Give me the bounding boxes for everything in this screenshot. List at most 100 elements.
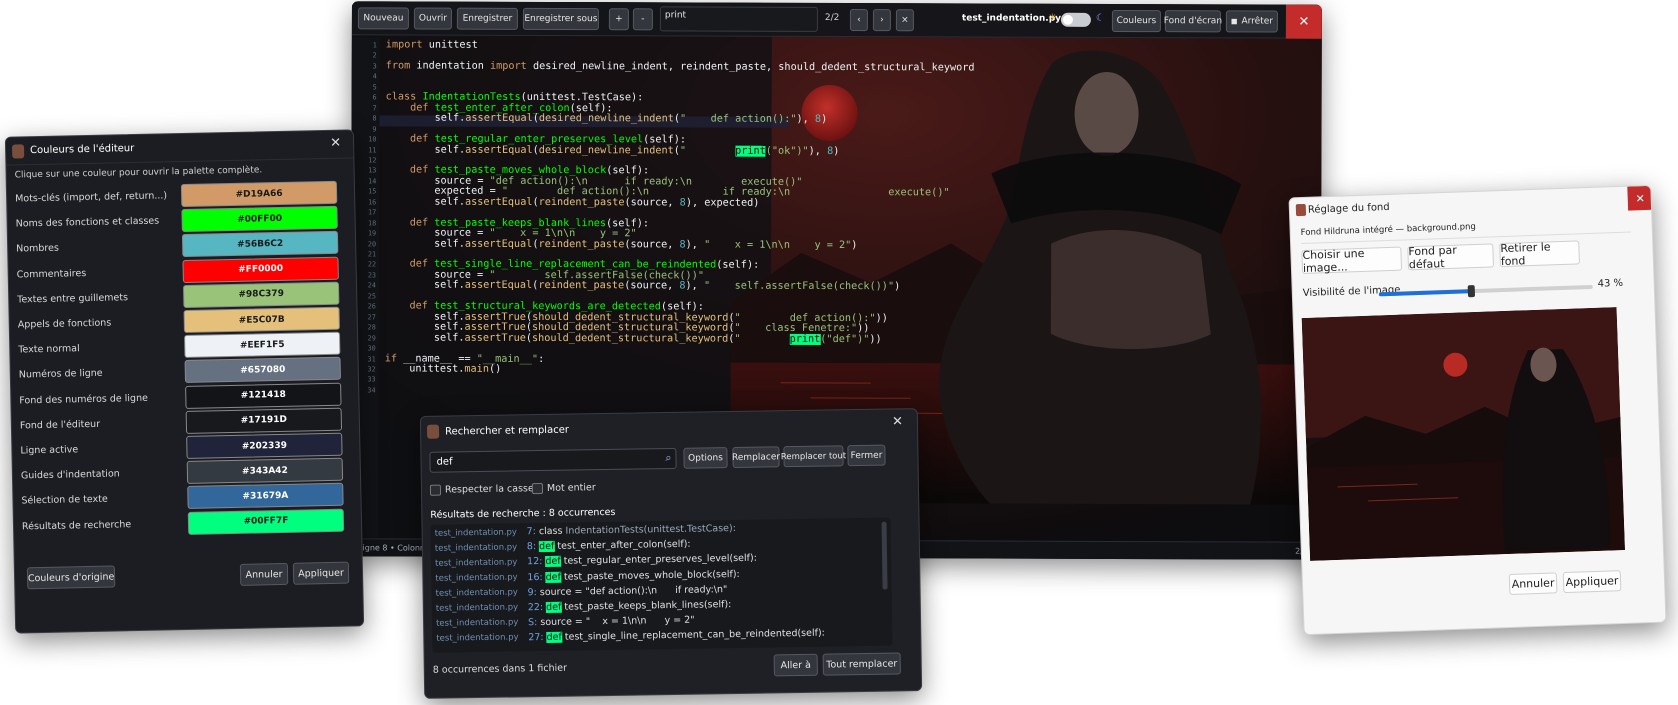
- color-row-label: Guides d'indentation: [20, 468, 120, 482]
- result-item[interactable]: 9: source = "def action():\n if ready:\n…: [528, 584, 728, 598]
- save-button[interactable]: Enregistrer: [456, 7, 518, 30]
- result-file-item[interactable]: test_indentation.py: [436, 602, 518, 613]
- color-swatch-button[interactable]: #00FF00: [181, 205, 338, 233]
- stop-button[interactable]: ■ Arrêter: [1225, 10, 1278, 33]
- visibility-slider[interactable]: [1378, 284, 1593, 298]
- code-line[interactable]: 24 self.assertEqual(reindent_paste(sourc…: [351, 280, 900, 293]
- previous-match-button[interactable]: ‹: [849, 9, 868, 32]
- background-button[interactable]: Fond d'écran: [1164, 10, 1222, 33]
- toolbar: Nouveau Ouvrir Enregistrer Enregistrer s…: [351, 1, 1322, 39]
- result-file-item[interactable]: test_indentation.py: [435, 572, 517, 583]
- color-swatch-button[interactable]: #00FF7F: [187, 508, 345, 535]
- save-as-button[interactable]: Enregistrer sous: [522, 7, 599, 31]
- result-item[interactable]: 7: class IndentationTests(unittest.TestC…: [527, 523, 736, 537]
- color-swatch-button[interactable]: #FF0000: [182, 256, 339, 283]
- replace-all-button[interactable]: Remplacer tout: [781, 445, 846, 468]
- app-icon: [426, 424, 440, 439]
- color-swatch-button[interactable]: #98C379: [182, 281, 340, 308]
- color-swatch-button[interactable]: #31679A: [187, 483, 344, 510]
- result-file-item[interactable]: test_indentation.py: [436, 632, 518, 643]
- color-swatch-button[interactable]: #D19A66: [180, 180, 338, 208]
- new-button[interactable]: Nouveau: [357, 7, 409, 30]
- result-item[interactable]: 16: def test_paste_moves_whole_block(sel…: [527, 569, 740, 583]
- options-button[interactable]: Options: [683, 447, 728, 469]
- apply-button[interactable]: Appliquer: [1562, 570, 1622, 594]
- result-item[interactable]: S: source = " x = 1\n\n y = 2": [528, 615, 695, 629]
- zoom-in-button[interactable]: +: [608, 8, 629, 31]
- result-item[interactable]: 12: def test_regular_enter_preserves_lev…: [527, 553, 757, 568]
- results-scrollbar[interactable]: [881, 521, 888, 590]
- next-match-button[interactable]: ›: [872, 9, 891, 32]
- color-swatch-button[interactable]: #343A42: [186, 457, 344, 485]
- close-icon[interactable]: ✕: [1627, 185, 1654, 211]
- apply-button[interactable]: Appliquer: [292, 561, 350, 585]
- colors-title: Couleurs de l'éditeur: [30, 143, 135, 157]
- whole-word-checkbox[interactable]: [531, 483, 544, 495]
- result-item[interactable]: 22: def test_paste_keeps_blank_lines(sel…: [528, 599, 732, 613]
- color-swatch-button[interactable]: #EEF1F5: [184, 331, 341, 359]
- reset-colors-button[interactable]: Couleurs d'origine: [26, 565, 116, 590]
- result-file-item[interactable]: test_indentation.py: [436, 617, 518, 628]
- remove-background-button[interactable]: Retirer le fond: [1499, 240, 1580, 268]
- results-file-list: test_indentation.py test_indentation.py te…: [431, 523, 523, 652]
- close-icon[interactable]: ✕: [330, 136, 341, 151]
- colors-hint: Clique sur une couleur pour ouvrir la pa…: [14, 165, 263, 181]
- code-line[interactable]: 29 self.assertTrue(should_dedent_structu…: [351, 332, 882, 345]
- app-icon: [1295, 203, 1307, 217]
- close-button[interactable]: Fermer: [847, 444, 886, 467]
- toggle-knob: [1062, 14, 1073, 25]
- close-icon[interactable]: ✕: [1285, 4, 1322, 39]
- stop-icon: ■: [1230, 17, 1238, 26]
- color-swatch-button[interactable]: #121418: [185, 382, 342, 409]
- close-icon[interactable]: ✕: [892, 414, 903, 429]
- color-swatch-button[interactable]: #56B6C2: [181, 231, 339, 258]
- result-file-item[interactable]: test_indentation.py: [435, 527, 517, 538]
- result-item[interactable]: 8: def test_enter_after_colon(self):: [527, 539, 691, 553]
- replace-all-bottom-button[interactable]: Tout remplacer: [822, 652, 901, 676]
- result-item[interactable]: 27: def test_single_line_replacement_can…: [528, 628, 825, 644]
- colors-dialog: Couleurs de l'éditeur ✕ Clique sur une c…: [4, 129, 365, 634]
- choose-image-button[interactable]: Choisir une image...: [1301, 246, 1403, 275]
- case-label: Respecter la casse: [444, 483, 534, 496]
- code-line[interactable]: 20 self.assertEqual(reindent_paste(sourc…: [351, 238, 858, 251]
- result-file-item[interactable]: test_indentation.py: [435, 542, 517, 553]
- visibility-handle[interactable]: [1467, 285, 1476, 298]
- code-line[interactable]: 11 self.assertEqual(desired_newline_inde…: [351, 144, 839, 157]
- color-swatch-button[interactable]: #657080: [184, 357, 342, 384]
- replace-button[interactable]: Remplacer: [732, 446, 780, 469]
- color-row-label: Sélection de texte: [21, 494, 108, 507]
- zoom-out-button[interactable]: -: [632, 8, 653, 31]
- bg-file-label: Fond Hildruna intégré — background.png: [1300, 216, 1631, 245]
- color-row-label: Commentaires: [16, 267, 87, 281]
- color-row-label: Appels de fonctions: [17, 317, 112, 331]
- color-row-label: Fond de l'éditeur: [19, 418, 101, 432]
- search-icon: ⌕: [665, 450, 672, 465]
- results-summary: 8 occurrences dans 1 fichier: [432, 662, 568, 676]
- color-swatch-button[interactable]: #E5C07B: [183, 306, 340, 334]
- result-file-item[interactable]: test_indentation.py: [435, 557, 517, 568]
- color-row-label: Numéros de ligne: [18, 368, 103, 381]
- color-row-label: Fond des numéros de ligne: [19, 392, 148, 407]
- color-swatch-button[interactable]: #17191D: [185, 407, 343, 434]
- go-to-button[interactable]: Aller à: [773, 653, 818, 677]
- search-input[interactable]: def ⌕: [429, 447, 677, 473]
- moon-icon: ☾: [1095, 12, 1105, 24]
- match-counter: 2/2: [824, 12, 840, 24]
- color-row-label: Nombres: [16, 242, 60, 255]
- case-checkbox[interactable]: [429, 484, 442, 496]
- color-swatch-button[interactable]: #202339: [186, 432, 343, 459]
- result-file-item[interactable]: test_indentation.py: [436, 587, 518, 598]
- code-line[interactable]: 16 self.assertEqual(reindent_paste(sourc…: [351, 196, 759, 209]
- cancel-button[interactable]: Annuler: [239, 562, 289, 586]
- default-background-button[interactable]: Fond par défaut: [1407, 243, 1495, 271]
- colors-button[interactable]: Couleurs: [1111, 9, 1161, 33]
- code-line[interactable]: 8 self.assertEqual(desired_newline_inden…: [352, 112, 827, 125]
- open-button[interactable]: Ouvrir: [413, 7, 452, 30]
- theme-toggle[interactable]: [1060, 12, 1091, 27]
- toolbar-search-input[interactable]: print: [659, 6, 818, 32]
- cursor-position: Ligne 8 • Colonne: [358, 543, 430, 553]
- code-line[interactable]: 3 from indentation import desired_newline…: [352, 60, 975, 73]
- clear-search-button[interactable]: ×: [895, 9, 914, 32]
- search-replace-dialog: Rechercher et remplacer ✕ def ⌕ Options …: [419, 408, 923, 699]
- cancel-button[interactable]: Annuler: [1508, 572, 1558, 595]
